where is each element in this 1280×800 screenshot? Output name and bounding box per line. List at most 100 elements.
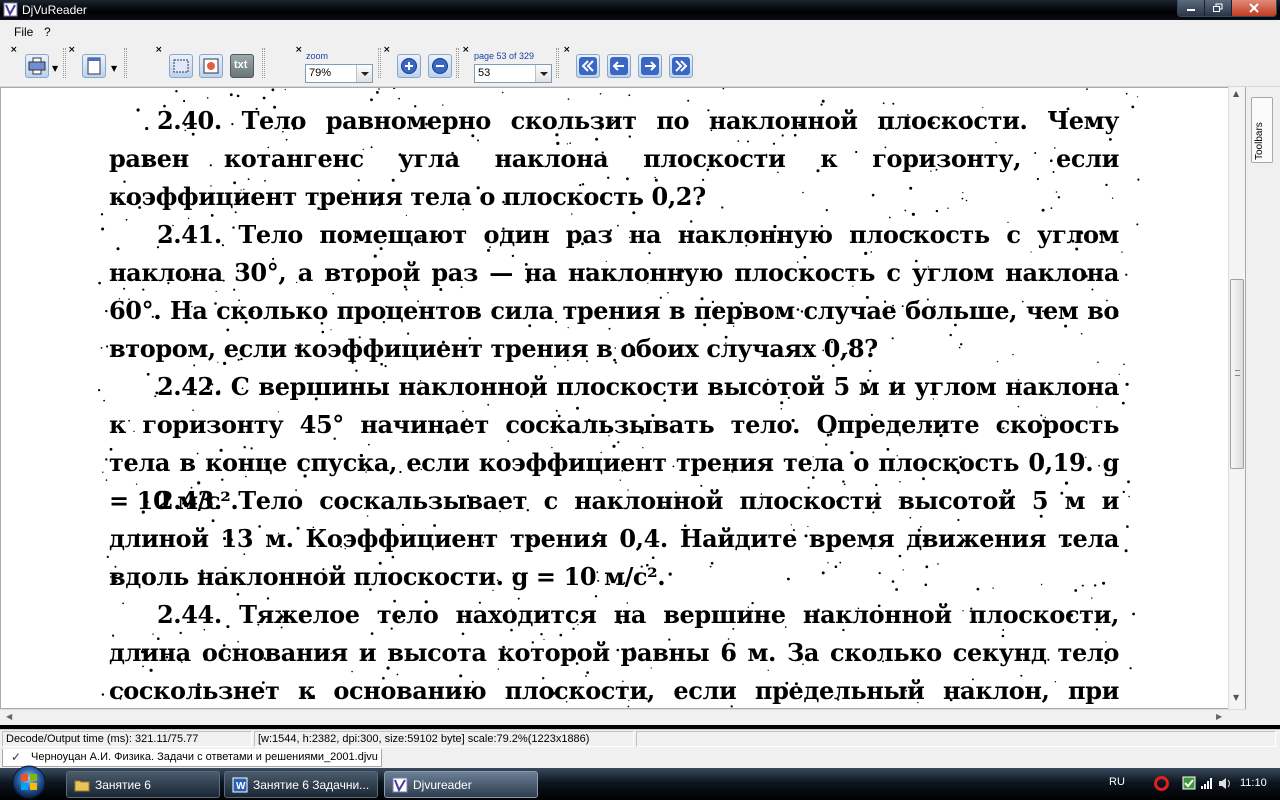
- toolbar-close-icon[interactable]: ×: [10, 46, 18, 55]
- scan-speck: [236, 94, 240, 98]
- zoom-in-button[interactable]: [397, 54, 421, 78]
- scan-speck: [229, 93, 233, 97]
- scan-speck: [1123, 363, 1125, 366]
- scan-speck: [628, 94, 631, 97]
- scan-speck: [101, 693, 105, 696]
- minimize-button[interactable]: [1178, 0, 1205, 16]
- toolbar-separator: [556, 48, 559, 78]
- horizontal-scrollbar[interactable]: ◀ ▶: [0, 709, 1246, 725]
- taskbar-item-label: Djvureader: [413, 778, 472, 792]
- taskbar-item-djvureader[interactable]: Djvureader: [384, 771, 538, 798]
- scan-speck: [105, 458, 108, 461]
- page-number-select[interactable]: 53: [474, 64, 552, 83]
- opera-icon[interactable]: [1154, 776, 1169, 791]
- scan-speck: [98, 281, 101, 285]
- toolbar-close-icon[interactable]: ×: [155, 46, 163, 55]
- scroll-left-icon[interactable]: ◀: [6, 712, 12, 721]
- clock[interactable]: 11:10: [1240, 777, 1267, 789]
- title-bar: DjVuReader: [0, 0, 1280, 20]
- page-number-value: 53: [478, 67, 491, 79]
- folder-icon: [74, 780, 90, 792]
- scan-speck: [1126, 525, 1129, 528]
- scan-speck: [1125, 382, 1129, 386]
- scan-speck: [370, 98, 373, 102]
- toolbar-close-icon[interactable]: ×: [295, 46, 303, 55]
- menu-file[interactable]: File: [14, 25, 33, 39]
- word-document-icon: W: [232, 777, 248, 793]
- scroll-right-icon[interactable]: ▶: [1216, 712, 1222, 721]
- document-tab[interactable]: ✓ Черноуцан А.И. Физика. Задачи с ответа…: [2, 749, 382, 767]
- page-number-label: page 53 of 329: [474, 51, 535, 61]
- close-window-button[interactable]: [1232, 0, 1276, 16]
- scan-speck: [1121, 251, 1123, 253]
- chevron-down-icon[interactable]: ▼: [111, 64, 117, 73]
- chevron-down-icon[interactable]: [356, 65, 372, 82]
- first-page-button[interactable]: [576, 54, 600, 78]
- scan-speck: [1136, 223, 1139, 226]
- zoom-value: 79%: [309, 67, 332, 79]
- previous-page-button[interactable]: [607, 54, 631, 78]
- scroll-up-icon[interactable]: ▲: [1233, 89, 1239, 98]
- document-viewport[interactable]: 2.40. Тело равномерно скользит по наклон…: [0, 87, 1246, 709]
- image-mode-button[interactable]: [199, 54, 223, 78]
- scan-speck: [100, 347, 103, 349]
- zoom-label: zoom: [306, 51, 329, 61]
- grip-icon: [1235, 370, 1240, 376]
- zoom-out-button[interactable]: [428, 54, 452, 78]
- page-info-status: [w:1544, h:2382, dpi:300, size:59102 byt…: [254, 731, 634, 747]
- taskbar-item-word[interactable]: W Занятие 6 Задачни...: [224, 771, 378, 798]
- start-button[interactable]: [2, 764, 56, 800]
- scan-speck: [1137, 178, 1140, 181]
- network-signal-icon[interactable]: [1200, 777, 1214, 790]
- scan-speck: [1136, 96, 1139, 98]
- toolbar-close-icon[interactable]: ×: [68, 46, 76, 55]
- security-icon[interactable]: [1182, 776, 1196, 790]
- layout-mode-button[interactable]: [25, 54, 49, 78]
- side-panel: Toolbars: [1246, 87, 1280, 725]
- scroll-down-icon[interactable]: ▼: [1233, 693, 1239, 702]
- image-icon: [203, 58, 219, 74]
- last-page-button[interactable]: [669, 54, 693, 78]
- djvu-app-icon: [392, 777, 408, 793]
- maximize-button[interactable]: [1205, 0, 1232, 16]
- taskbar-item-folder[interactable]: Занятие 6: [66, 771, 220, 798]
- toolbar: × ▼ × ▼ × txt × zoom 79% × × page 53 of …: [0, 42, 1280, 87]
- next-page-button[interactable]: [638, 54, 662, 78]
- scan-speck: [1125, 92, 1128, 95]
- taskbar: Занятие 6 W Занятие 6 Задачни... Djvurea…: [0, 765, 1280, 800]
- chevron-down-icon[interactable]: ▼: [52, 64, 58, 73]
- vertical-scrollbar[interactable]: ▲ ▼: [1228, 87, 1245, 709]
- chevron-down-icon[interactable]: [535, 65, 551, 82]
- document-tab-bar: ✓ Черноуцан А.И. Физика. Задачи с ответа…: [0, 748, 1280, 768]
- toolbars-tab[interactable]: Toolbars: [1251, 97, 1273, 163]
- scan-speck: [101, 227, 105, 231]
- toolbar-close-icon[interactable]: ×: [383, 46, 391, 55]
- select-region-button[interactable]: [169, 54, 193, 78]
- restore-icon: [1213, 3, 1223, 12]
- menu-help[interactable]: ?: [44, 25, 51, 39]
- toolbar-close-icon[interactable]: ×: [563, 46, 571, 55]
- taskbar-item-label: Занятие 6: [95, 778, 151, 792]
- zoom-in-icon: [401, 58, 417, 74]
- page-view-button[interactable]: [82, 54, 106, 78]
- djvu-app-icon: [3, 2, 18, 17]
- text-mode-button[interactable]: txt: [230, 54, 254, 78]
- toolbar-separator: [124, 48, 127, 78]
- scan-speck: [1128, 495, 1130, 498]
- scan-speck: [1122, 490, 1126, 494]
- zoom-select[interactable]: 79%: [305, 64, 373, 83]
- language-indicator[interactable]: RU: [1109, 776, 1125, 788]
- problem-2-41: 2.41. Тело помещают один раз на наклонну…: [109, 220, 1119, 363]
- volume-icon[interactable]: [1218, 777, 1232, 790]
- zoom-out-icon: [432, 58, 448, 74]
- scan-speck: [1124, 549, 1128, 553]
- scan-speck: [567, 98, 570, 100]
- toolbar-close-icon[interactable]: ×: [462, 46, 470, 55]
- scan-speck: [105, 479, 108, 481]
- scan-speck: [393, 88, 396, 90]
- scan-speck: [100, 213, 104, 216]
- scrollbar-thumb[interactable]: [1230, 279, 1244, 469]
- scan-speck: [98, 389, 101, 392]
- text-mode-label: txt: [234, 59, 248, 71]
- scan-speck: [376, 91, 379, 94]
